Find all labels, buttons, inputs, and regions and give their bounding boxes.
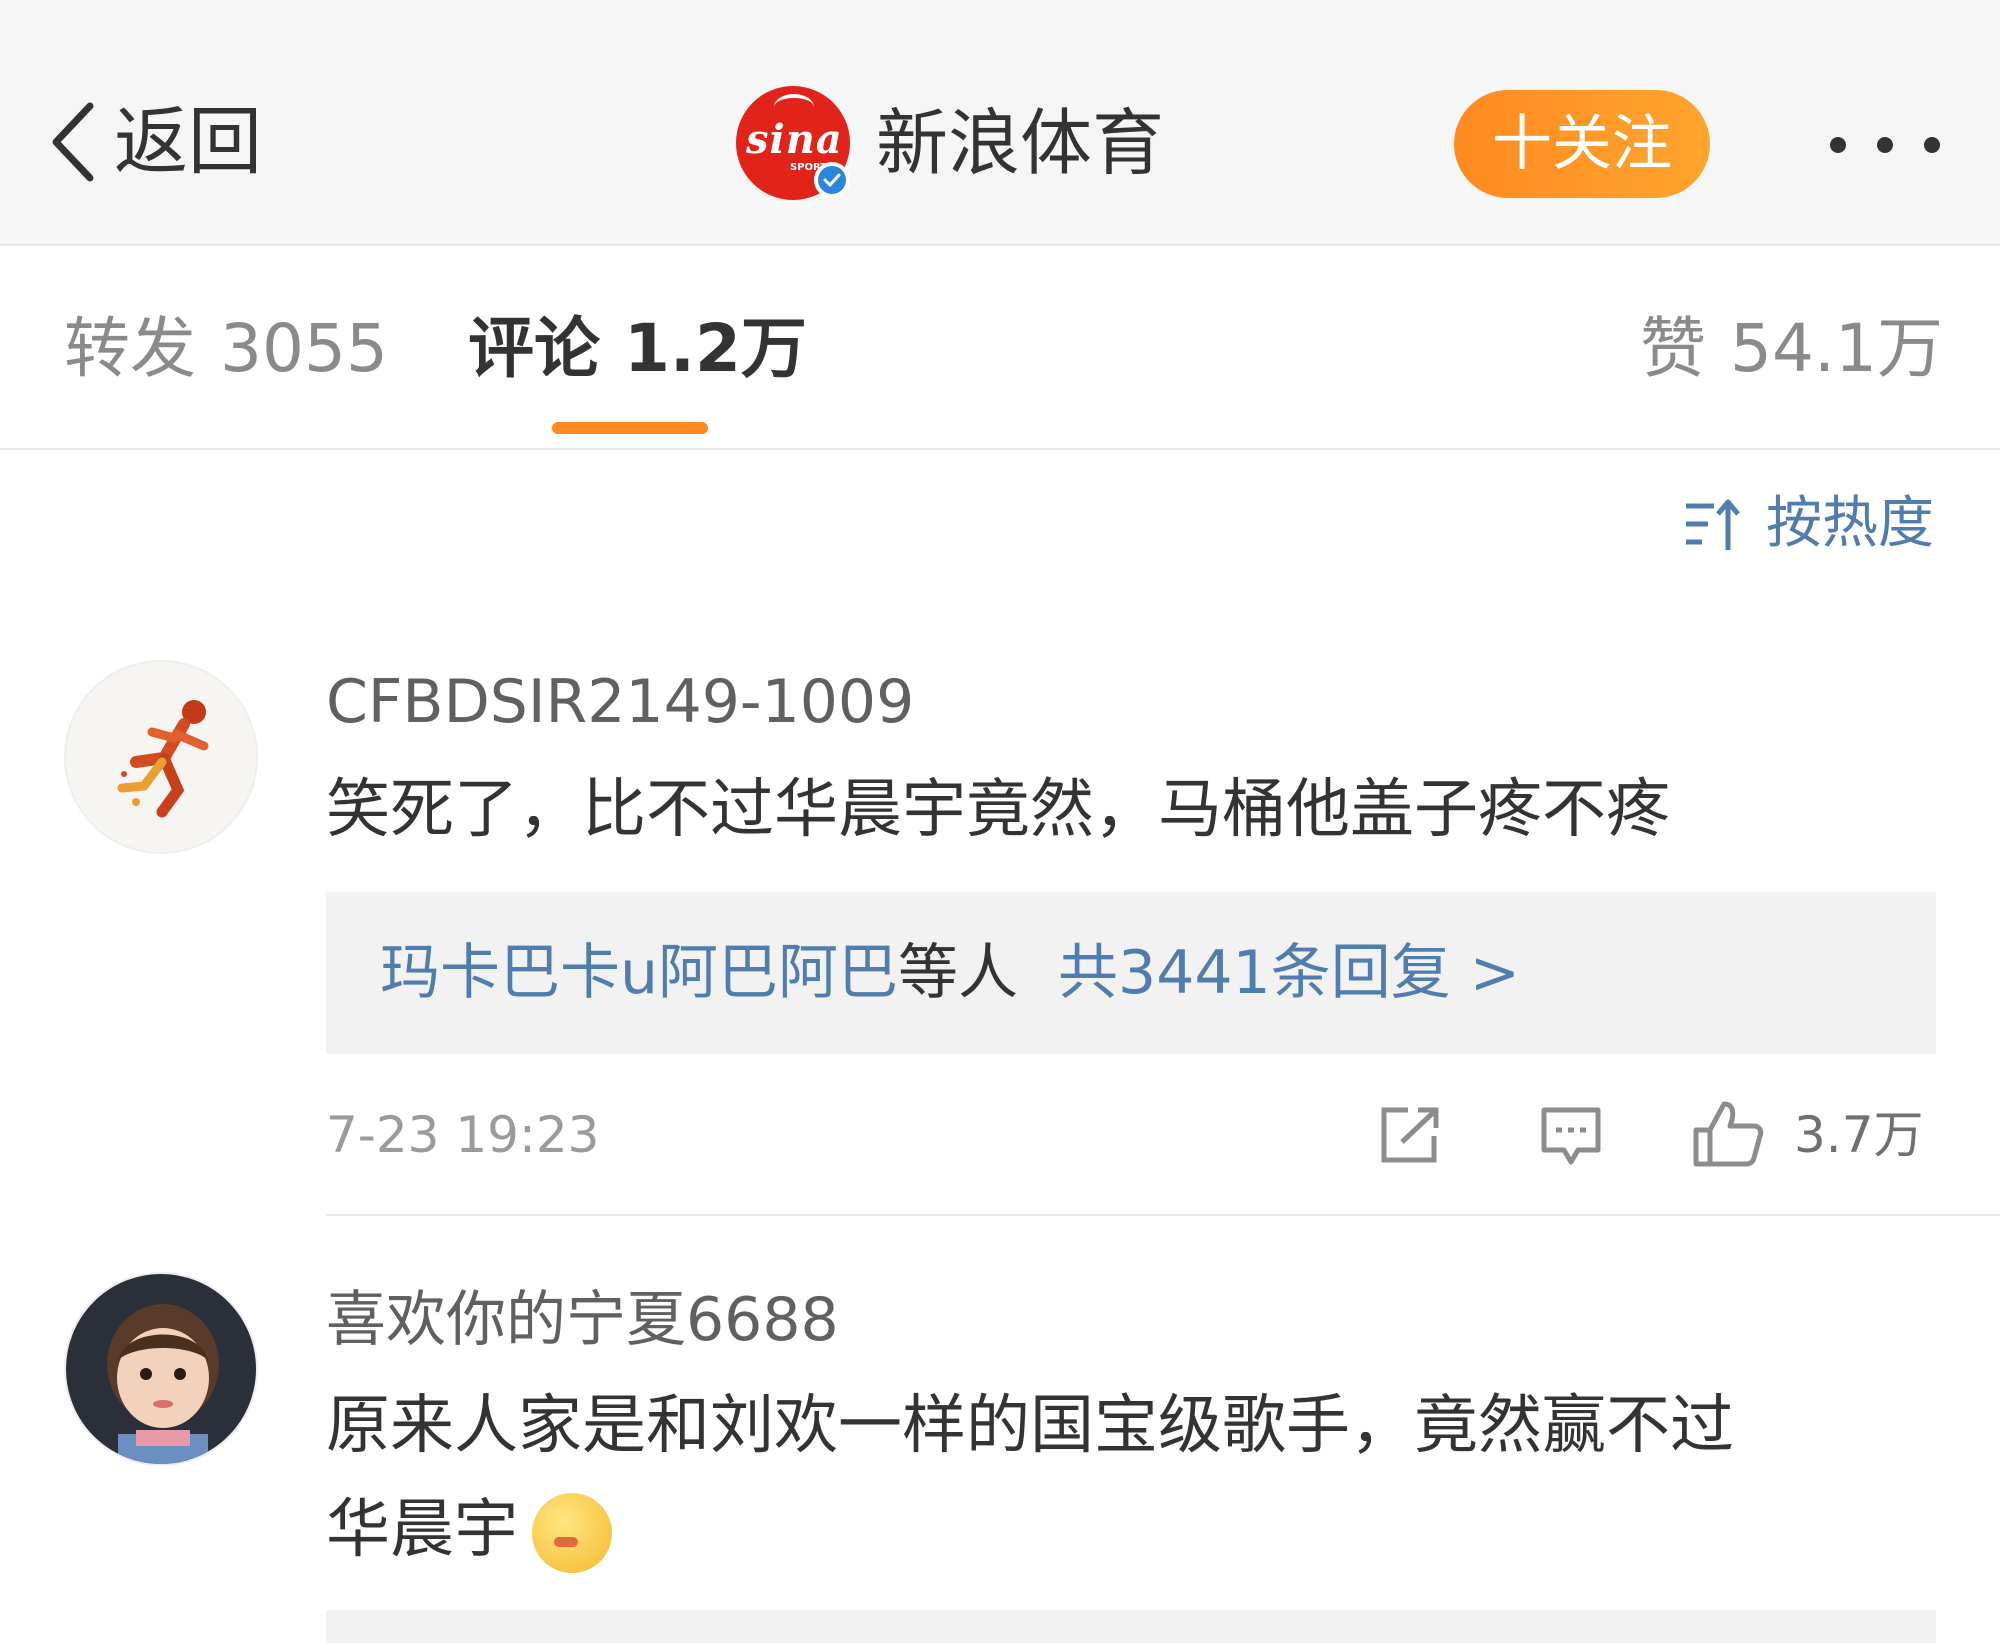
sort-label: 按热度 — [1766, 491, 1934, 556]
comment-icon[interactable] — [1538, 1104, 1604, 1168]
tab-bar: 转发 3055 评论 1.2万 赞 54.1万 — [0, 246, 2000, 450]
comment-username[interactable]: CFBDSIR2149-1009 — [326, 672, 914, 732]
tab-like-count: 54.1万 — [1730, 310, 1943, 387]
account-avatar[interactable]: sina SPORT — [736, 86, 850, 200]
comment-timestamp: 7-23 19:23 — [326, 1106, 600, 1164]
tab-comment[interactable]: 评论 1.2万 — [468, 316, 807, 382]
tab-like-label: 赞 — [1640, 310, 1706, 387]
comment-username[interactable]: 喜欢你的宁夏6688 — [326, 1290, 839, 1350]
reply-users-link[interactable]: 玛卡巴卡u阿巴阿巴 — [380, 943, 898, 1003]
comment-text: 笑死了，比不过华晨宇竟然，马桶他盖子疼不疼 — [326, 773, 1670, 847]
follow-button[interactable]: 十关注 — [1454, 90, 1710, 198]
comment-text-line-end: 华晨宇 — [326, 1493, 518, 1567]
divider — [326, 1214, 2000, 1216]
chevron-left-icon — [52, 102, 94, 182]
child-portrait — [107, 1304, 219, 1464]
tab-comment-label: 评论 — [468, 310, 600, 387]
tab-repost[interactable]: 转发 3055 — [64, 316, 388, 382]
top-nav-bar: 返回 sina SPORT 新浪体育 十关注 — [0, 0, 2000, 246]
avatar[interactable] — [64, 1272, 258, 1466]
comment-text: 原来人家是和刘欢一样的国宝级歌手，竟然赢不过 华晨宇 — [326, 1374, 1966, 1582]
account-name[interactable]: 新浪体育 — [876, 107, 1164, 179]
sort-icon — [1686, 499, 1740, 550]
dot — [1830, 137, 1846, 153]
back-label: 返回 — [114, 99, 262, 185]
tab-comment-count: 1.2万 — [624, 310, 807, 387]
more-dots-icon[interactable] — [1830, 130, 1940, 160]
sort-button[interactable]: 按热度 — [1684, 496, 1934, 552]
comment-text-line: 原来人家是和刘欢一样的国宝级歌手，竟然赢不过 — [326, 1389, 1734, 1463]
tab-repost-count: 3055 — [220, 310, 388, 387]
verified-badge-icon — [814, 162, 850, 198]
replies-preview-partial[interactable] — [326, 1610, 1936, 1643]
tab-like[interactable]: 赞 54.1万 — [1640, 316, 1943, 382]
dot — [1924, 137, 1940, 153]
sina-logo-text: sina — [746, 116, 843, 163]
replies-preview[interactable]: 玛卡巴卡u阿巴阿巴 等人 共3441条回复 > — [326, 892, 1936, 1054]
tab-repost-label: 转发 — [64, 310, 196, 387]
runner-figure-icon — [117, 700, 209, 818]
back-button[interactable]: 返回 — [50, 92, 262, 192]
thumbs-up-icon[interactable] — [1692, 1098, 1766, 1168]
reply-users-suffix: 等人 — [898, 938, 1019, 1008]
dot — [1877, 137, 1893, 153]
emoji-icon — [532, 1493, 612, 1574]
avatar[interactable] — [64, 660, 258, 854]
share-icon[interactable] — [1378, 1104, 1444, 1166]
reply-count-link[interactable]: 共3441条回复 > — [1058, 943, 1520, 1003]
comment-text-line-2: 华晨宇 — [326, 1478, 1966, 1582]
active-tab-indicator — [552, 422, 708, 434]
like-count: 3.7万 — [1794, 1106, 1924, 1164]
account-header[interactable]: sina SPORT 新浪体育 — [736, 86, 1164, 200]
